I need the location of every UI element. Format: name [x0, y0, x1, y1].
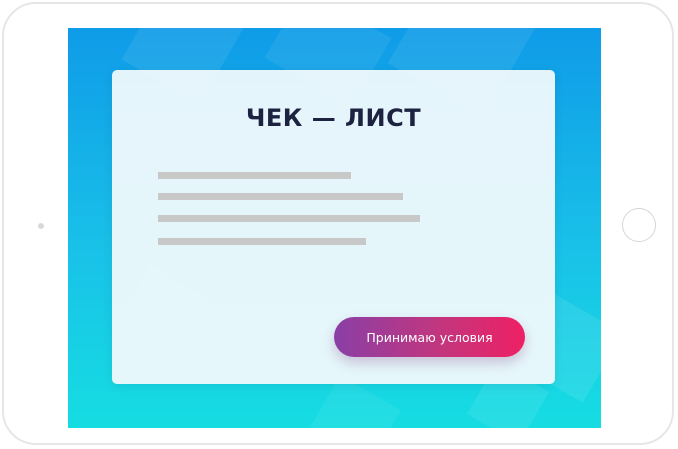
tablet-screen: ЧЕК — ЛИСТ Принимаю условия: [68, 28, 601, 428]
placeholder-text-line: [158, 172, 351, 179]
placeholder-text-line: [158, 238, 366, 245]
placeholder-text-line: [158, 193, 403, 200]
checklist-card: ЧЕК — ЛИСТ Принимаю условия: [112, 70, 555, 384]
camera-dot: [38, 223, 44, 229]
placeholder-text-line: [158, 215, 420, 222]
card-title: ЧЕК — ЛИСТ: [245, 104, 422, 132]
tablet-frame: ЧЕК — ЛИСТ Принимаю условия: [2, 2, 674, 445]
home-button[interactable]: [622, 208, 656, 242]
accept-terms-button[interactable]: Принимаю условия: [334, 317, 525, 357]
